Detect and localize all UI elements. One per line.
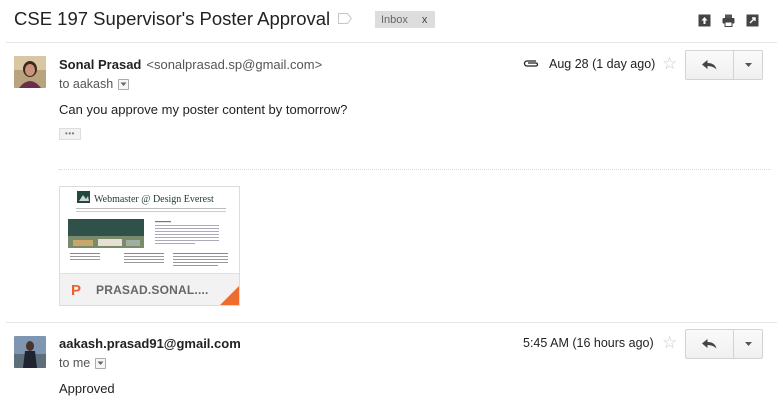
print-icon[interactable] [722,14,735,27]
paperclip-icon [523,60,539,67]
message-divider [6,322,777,323]
sender-email: <sonalprasad.sp@gmail.com> [146,57,323,72]
archive-icon[interactable] [698,14,711,27]
more-options-button[interactable] [734,51,762,79]
page-fold-icon [219,286,239,305]
chevron-down-icon [120,82,127,86]
remove-label-button[interactable]: x [422,14,428,26]
attachment-preview: Webmaster @ Design Everest [60,187,239,273]
show-details-button[interactable] [95,357,107,369]
sender-name[interactable]: aakash.prasad91@gmail.com [59,336,241,351]
inbox-label-text: Inbox [381,13,408,26]
chevron-down-icon [97,361,104,365]
message-date[interactable]: 5:45 AM (16 hours ago) [523,336,654,350]
avatar[interactable] [14,56,46,88]
avatar[interactable] [14,336,46,368]
new-window-icon[interactable] [746,14,759,27]
reply-button-group [685,329,763,359]
inbox-label-tag: Inbox x [375,11,436,28]
reply-button[interactable] [686,51,734,79]
recipient-text: to me [59,356,91,370]
attachment-footer: P PRASAD.SONAL.... [60,273,239,305]
attachment-divider [59,169,771,170]
message-body: Can you approve my poster content by tom… [59,102,348,117]
reply-icon [702,60,717,70]
show-trimmed-content-button[interactable]: ••• [59,128,81,140]
sender-name[interactable]: Sonal Prasad [59,57,141,72]
attachment-card[interactable]: Webmaster @ Design Everest P PRASAD.SONA… [59,186,240,306]
sender-line: Sonal Prasad <sonalprasad.sp@gmail.com> [59,57,322,72]
star-icon[interactable]: ☆ [662,55,677,72]
reply-button-group [685,50,763,80]
message-date[interactable]: Aug 28 (1 day ago) [549,57,655,71]
star-icon[interactable]: ☆ [662,334,677,351]
show-details-button[interactable] [118,78,130,90]
more-options-button[interactable] [734,330,762,358]
powerpoint-file-icon: P [71,282,82,299]
label-icon[interactable] [338,13,352,24]
header-divider [6,42,777,43]
reply-button[interactable] [686,330,734,358]
thread-subject: CSE 197 Supervisor's Poster Approval [14,8,331,29]
reply-icon [702,339,717,349]
recipient-text: to aakash [59,77,114,91]
recipient-line: to me [59,356,107,370]
recipient-line: to aakash [59,77,130,91]
attachment-filename[interactable]: PRASAD.SONAL.... [96,283,209,297]
message-body: Approved [59,381,115,396]
attachment-preview-title: Webmaster @ Design Everest [94,194,214,205]
chevron-down-icon [744,342,752,346]
chevron-down-icon [744,63,752,67]
